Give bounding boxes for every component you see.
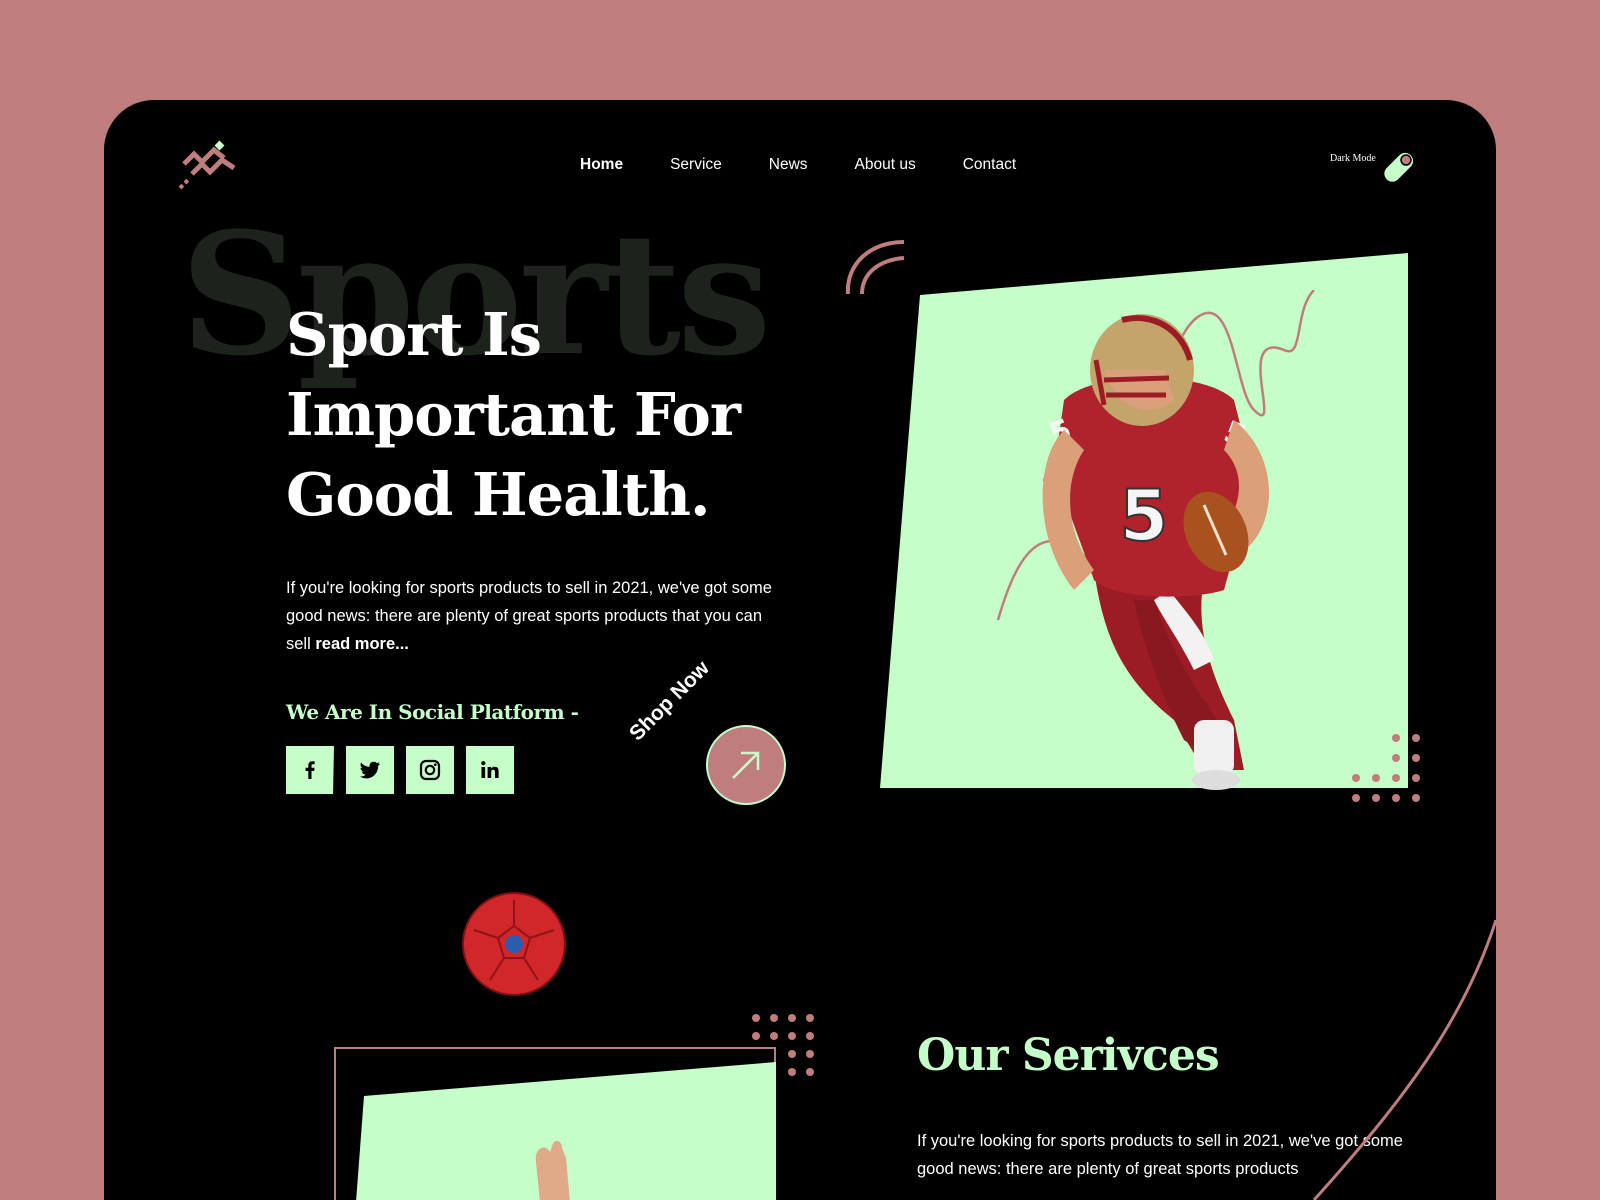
social-title: We Are In Social Platform - bbox=[286, 700, 579, 724]
instagram-icon bbox=[419, 759, 441, 781]
hero-intro: If you're looking for sports products to… bbox=[286, 574, 776, 658]
soccer-ball-image bbox=[462, 892, 566, 996]
linkedin-icon bbox=[481, 761, 499, 778]
twitter-icon bbox=[359, 761, 381, 779]
curve-decoration bbox=[1312, 920, 1496, 1200]
dark-mode-label: Dark Mode bbox=[1330, 153, 1376, 164]
twitter-button[interactable] bbox=[346, 746, 394, 794]
hero-headline: Sport Is Important For Good Health. bbox=[286, 300, 741, 529]
facebook-button[interactable] bbox=[286, 746, 334, 794]
nav-contact[interactable]: Contact bbox=[963, 156, 1016, 174]
nav-service[interactable]: Service bbox=[670, 156, 722, 174]
read-more-link[interactable]: read more... bbox=[315, 635, 409, 653]
nav-about[interactable]: About us bbox=[855, 156, 916, 174]
shop-now-label: Shop Now bbox=[625, 656, 714, 746]
main-nav: Home Service News About us Contact bbox=[580, 156, 1016, 174]
dots-decoration bbox=[1352, 734, 1420, 802]
svg-text:5: 5 bbox=[1120, 475, 1169, 557]
linkedin-button[interactable] bbox=[466, 746, 514, 794]
shop-now-button[interactable] bbox=[706, 725, 786, 805]
dark-mode-toggle[interactable] bbox=[1380, 152, 1416, 182]
nav-home[interactable]: Home bbox=[580, 156, 623, 174]
landing-page-frame: Home Service News About us Contact Dark … bbox=[104, 100, 1496, 1200]
instagram-button[interactable] bbox=[406, 746, 454, 794]
arrow-up-right-icon bbox=[732, 751, 760, 779]
social-links bbox=[286, 746, 514, 794]
nav-news[interactable]: News bbox=[769, 156, 808, 174]
facebook-icon bbox=[305, 761, 315, 779]
football-player-image: 5 5 5 bbox=[1042, 314, 1269, 790]
services-image-card bbox=[356, 1062, 776, 1200]
logo-icon[interactable] bbox=[178, 140, 238, 192]
services-title: Our Serivces bbox=[917, 1030, 1220, 1081]
